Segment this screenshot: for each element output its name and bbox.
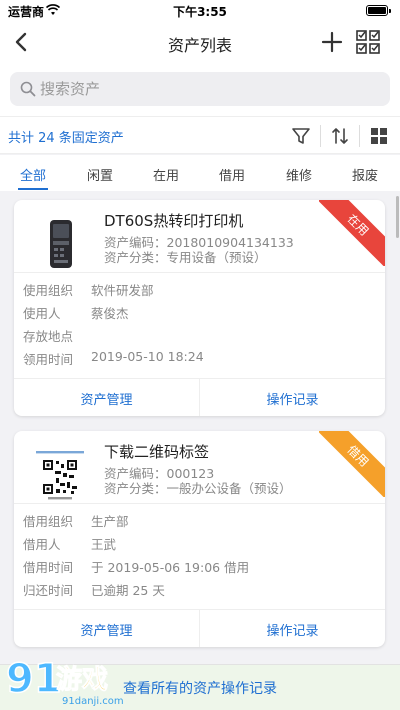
printer-thumbnail [50,220,72,268]
status-tabs: 全部 闲置 在用 借用 维修 报废 [0,155,400,191]
asset-card[interactable]: DT60S热转印打印机 资产编码：2018010904134133 资产分类：专… [14,200,385,416]
tab-in-use[interactable]: 在用 [141,165,191,184]
tab-repair[interactable]: 维修 [274,165,324,184]
field-label: 借用组织 [23,514,74,529]
field-value: 蔡俊杰 [91,306,129,321]
field-label: 使用组织 [23,283,74,298]
status-badge: 借用 [319,431,385,497]
field-value: 软件研发部 [91,283,154,298]
field-label: 使用人 [23,306,61,321]
watermark-logo: 91 游戏 91danji.com [5,655,124,707]
nav-bar: 资产列表 [0,22,400,62]
grid-view-icon[interactable] [366,123,392,149]
field-value: 已逾期 25 天 [91,583,165,598]
card-divider [14,272,385,273]
summary-bar: 共计 24 条固定资产 [0,116,400,154]
search-section [0,62,400,116]
field-value: 王武 [91,537,117,552]
card-actions: 资产管理 操作记录 [14,378,385,416]
asset-name: 下载二维码标签 [104,443,210,461]
field-value: 2019-05-10 18:24 [91,349,204,364]
field-label: 归还时间 [23,583,74,598]
sort-icon[interactable] [327,123,353,149]
search-icon [20,81,36,97]
svg-text:游戏: 游戏 [56,665,108,695]
toolbar-divider [359,125,360,147]
status-ribbon: 在用 [319,200,385,266]
scrollbar[interactable] [396,196,399,238]
multi-select-icon[interactable] [354,28,382,56]
field-label: 领用时间 [23,352,74,367]
field-label: 借用时间 [23,560,74,575]
filter-icon[interactable] [288,123,314,149]
toolbar-divider [320,125,321,147]
svg-text:91: 91 [6,656,62,702]
field-label: 存放地点 [23,329,74,344]
operation-log-button[interactable]: 操作记录 [200,620,385,639]
search-input[interactable] [40,77,370,101]
asset-category: 资产分类：一般办公设备（预设） [104,481,292,496]
asset-name: DT60S热转印打印机 [104,212,244,230]
status-bar: 运营商 下午3:55 [0,0,400,22]
svg-text:91danji.com: 91danji.com [62,696,124,707]
asset-category: 资产分类：专用设备（预设） [104,250,267,265]
asset-manage-button[interactable]: 资产管理 [14,620,199,639]
asset-count: 共计 24 条固定资产 [8,131,124,146]
field-value: 生产部 [91,514,129,529]
qr-label-thumbnail [32,449,88,500]
tab-scrapped[interactable]: 报废 [340,165,390,184]
card-divider [14,503,385,504]
operation-log-button[interactable]: 操作记录 [200,389,385,408]
active-tab-indicator [18,188,48,190]
card-actions: 资产管理 操作记录 [14,609,385,647]
field-label: 借用人 [23,537,61,552]
status-ribbon: 借用 [319,431,385,497]
tab-borrowed[interactable]: 借用 [207,165,257,184]
asset-manage-button[interactable]: 资产管理 [14,389,199,408]
tab-idle[interactable]: 闲置 [75,165,125,184]
clock: 下午3:55 [173,5,227,19]
status-badge: 在用 [319,200,385,266]
asset-card[interactable]: 下载二维码标签 资产编码：000123 资产分类：一般办公设备（预设） 借用 借… [14,431,385,647]
tab-all[interactable]: 全部 [8,165,58,184]
search-box[interactable] [10,72,390,106]
add-icon[interactable] [318,28,346,56]
field-value: 于 2019-05-06 19:06 借用 [91,560,250,575]
battery-icon [366,5,391,16]
